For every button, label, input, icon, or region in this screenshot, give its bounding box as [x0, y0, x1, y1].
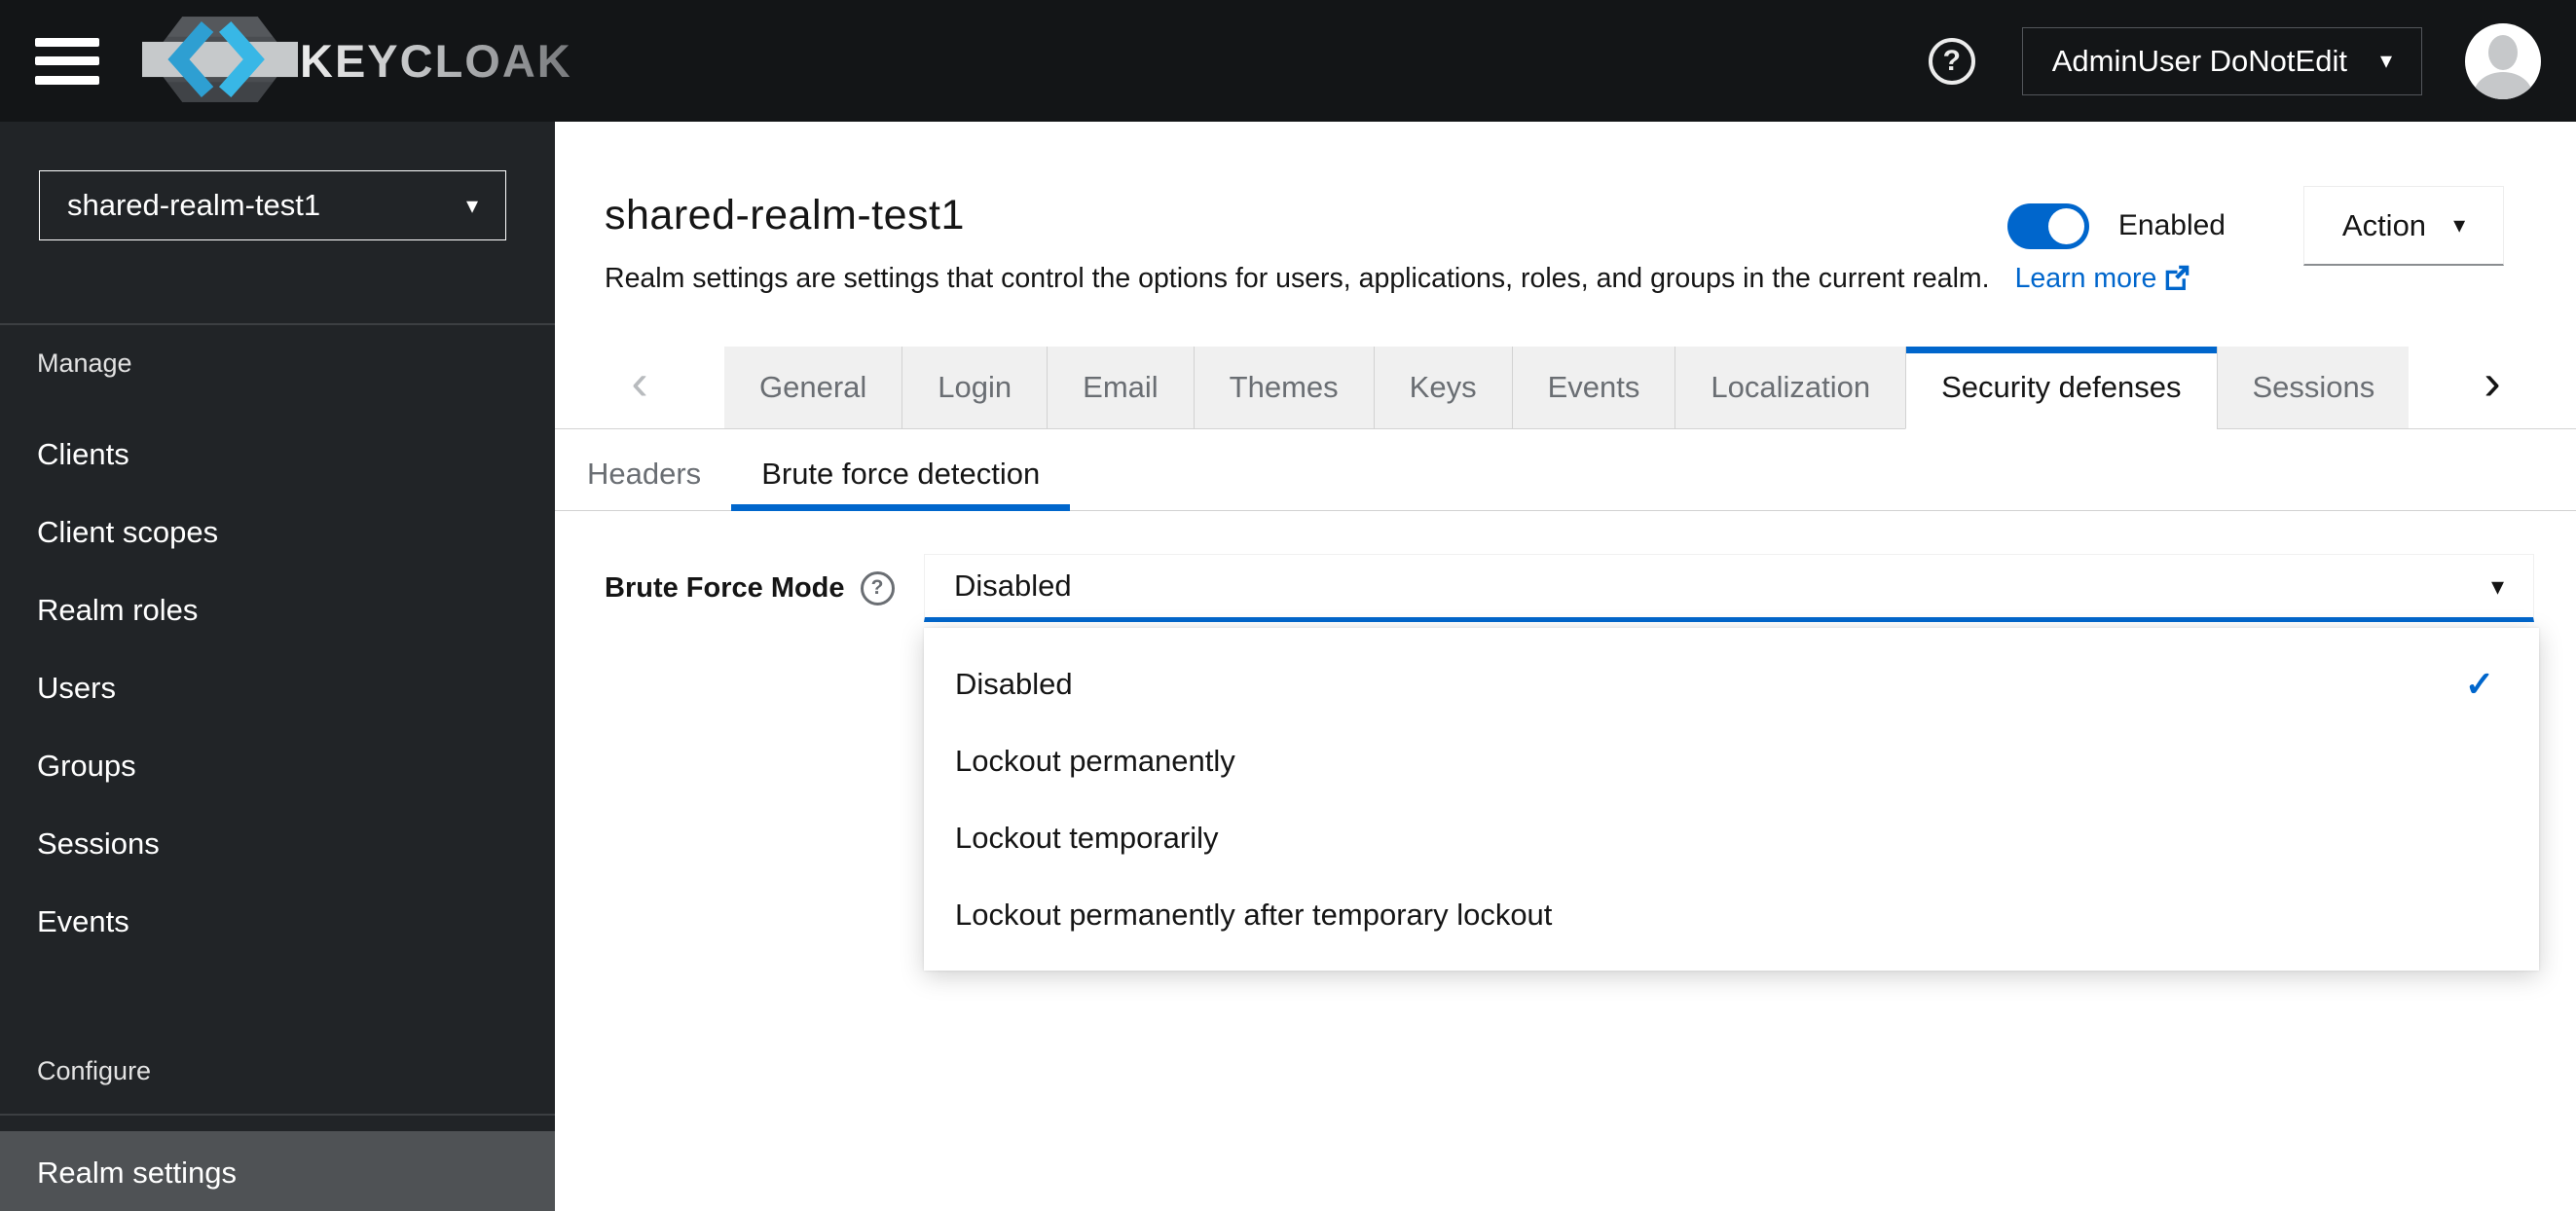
- sidebar-item[interactable]: Users: [0, 649, 555, 727]
- select-option[interactable]: Lockout permanently after temporary lock…: [924, 876, 2539, 953]
- sidebar-item-label: Clients: [37, 437, 129, 471]
- angle-right-icon: ›: [2484, 354, 2501, 411]
- check-icon: ✓: [2464, 663, 2494, 704]
- keycloak-logo[interactable]: KEYCLOAK: [142, 9, 572, 113]
- sidebar-divider: [0, 323, 555, 325]
- tab-label: Themes: [1229, 370, 1339, 404]
- tab-label: Localization: [1711, 370, 1871, 404]
- tabs-row: ‹ General Login Email Themes Keys Events…: [555, 347, 2576, 429]
- tab-label: Sessions: [2252, 370, 2375, 404]
- sidebar-section-title: Configure: [37, 1056, 152, 1085]
- sidebar-section-title: Manage: [37, 349, 132, 378]
- tab[interactable]: General: [724, 347, 902, 429]
- tab[interactable]: Login: [902, 347, 1048, 429]
- sidebar-item-label: Client scopes: [37, 515, 219, 549]
- tab-label: Email: [1083, 370, 1159, 404]
- brand-text: KEYCLOAK: [300, 35, 572, 87]
- tab[interactable]: Localization: [1674, 347, 1906, 429]
- option-label: Disabled: [955, 666, 1073, 701]
- masthead: KEYCLOAK ? AdminUser DoNotEdit ▾: [0, 0, 2576, 122]
- caret-down-icon: ▾: [2490, 570, 2504, 601]
- brute-force-mode-label: Brute Force Mode ?: [605, 554, 924, 622]
- sidebar-item[interactable]: Realm roles: [0, 571, 555, 649]
- learn-more-link[interactable]: Learn more: [2015, 263, 2191, 294]
- angle-left-icon: ‹: [631, 354, 648, 411]
- tab[interactable]: Email: [1047, 347, 1194, 429]
- subtab[interactable]: Brute force detection: [731, 437, 1071, 511]
- page-description: Realm settings are settings that control…: [605, 263, 2534, 298]
- realm-selector-label: shared-realm-test1: [67, 188, 321, 222]
- subtab-list: Headers Brute force detection: [555, 437, 2576, 511]
- sidebar-item-label: Groups: [37, 749, 136, 783]
- sidebar-item[interactable]: Groups: [0, 727, 555, 805]
- subtab-label: Headers: [587, 456, 702, 491]
- caret-down-icon: ▾: [465, 192, 478, 219]
- brute-force-mode-select-wrapper: Disabled ▾ Disabled ✓ Lockout permanentl…: [924, 554, 2539, 971]
- sidebar-section-manage: Manage Clients Client scopes Realm roles…: [0, 349, 555, 961]
- user-menu-label: AdminUser DoNotEdit: [2051, 43, 2347, 78]
- main-content: shared-realm-test1 Realm settings are se…: [555, 122, 2576, 1211]
- subtab-label: Brute force detection: [761, 456, 1041, 491]
- sidebar-item-label: Events: [37, 904, 129, 938]
- action-menu-button[interactable]: Action ▾: [2303, 186, 2504, 266]
- external-link-icon: [2164, 264, 2190, 298]
- sidebar-item-label: Realm settings: [37, 1156, 238, 1190]
- sidebar-item[interactable]: Realm settings: [0, 1131, 555, 1211]
- keycloak-admin-console: KEYCLOAK ? AdminUser DoNotEdit ▾ shared-…: [0, 0, 2576, 1211]
- caret-down-icon: ▾: [2453, 212, 2466, 239]
- enabled-toggle-label: Enabled: [2117, 209, 2226, 241]
- tab-label: Login: [938, 370, 1012, 404]
- select-option[interactable]: Lockout permanently ✓: [924, 722, 2539, 799]
- help-icon[interactable]: ?: [1928, 37, 1975, 85]
- option-label: Lockout permanently: [955, 743, 1235, 778]
- menu-icon[interactable]: [35, 37, 99, 85]
- sidebar-section-configure: Configure Realm settings: [0, 1056, 555, 1211]
- sidebar-divider: [0, 1114, 555, 1116]
- tab-label: Keys: [1409, 370, 1477, 404]
- select-value: Disabled: [954, 569, 1072, 603]
- sidebar-item-label: Users: [37, 671, 116, 705]
- realm-selector[interactable]: shared-realm-test1 ▾: [39, 170, 506, 240]
- page-header: shared-realm-test1 Realm settings are se…: [555, 122, 2576, 298]
- tabs-scroll-right-button[interactable]: ›: [2409, 347, 2576, 429]
- form-area: Brute Force Mode ? Disabled ▾ Disabled ✓…: [555, 511, 2576, 971]
- tab[interactable]: Keys: [1373, 347, 1512, 429]
- enabled-toggle[interactable]: [2006, 202, 2089, 249]
- sidebar-item[interactable]: Events: [0, 883, 555, 961]
- tab[interactable]: Events: [1511, 347, 1675, 429]
- avatar[interactable]: [2465, 22, 2541, 99]
- tab-list: General Login Email Themes Keys Events L…: [724, 347, 2409, 429]
- sidebar-item[interactable]: Client scopes: [0, 494, 555, 571]
- sidebar-item-label: Realm roles: [37, 593, 199, 627]
- keycloak-logo-icon: [142, 9, 298, 113]
- tab[interactable]: Themes: [1193, 347, 1374, 429]
- select-option[interactable]: Disabled ✓: [924, 645, 2539, 722]
- tab-label: General: [759, 370, 867, 404]
- sidebar-nav-list: Clients Client scopes Realm roles Users …: [0, 416, 555, 961]
- tab-label: Security defenses: [1941, 370, 2182, 404]
- option-label: Lockout permanently after temporary lock…: [955, 897, 1553, 932]
- header-controls: Enabled Action ▾: [2006, 186, 2504, 266]
- option-label: Lockout temporarily: [955, 820, 1219, 855]
- sidebar-item-label: Sessions: [37, 826, 160, 861]
- subtab[interactable]: Headers: [557, 437, 731, 510]
- tab[interactable]: Security defenses: [1905, 347, 2217, 429]
- tab[interactable]: Sessions: [2216, 347, 2409, 429]
- brute-force-mode-row: Brute Force Mode ? Disabled ▾ Disabled ✓…: [605, 554, 2539, 971]
- sidebar-item[interactable]: Clients: [0, 416, 555, 494]
- brute-force-mode-menu: Disabled ✓ Lockout permanently ✓ Lockout…: [924, 628, 2539, 971]
- masthead-toolbar: ? AdminUser DoNotEdit ▾: [1928, 22, 2541, 99]
- tab-label: Events: [1547, 370, 1640, 404]
- user-menu-button[interactable]: AdminUser DoNotEdit ▾: [2021, 26, 2422, 95]
- help-icon[interactable]: ?: [860, 570, 895, 606]
- caret-down-icon: ▾: [2379, 48, 2392, 74]
- sidebar: shared-realm-test1 ▾ Manage Clients Clie…: [0, 122, 555, 1211]
- select-option[interactable]: Lockout temporarily ✓: [924, 799, 2539, 876]
- sidebar-item[interactable]: Sessions: [0, 805, 555, 883]
- brute-force-mode-select[interactable]: Disabled ▾: [924, 554, 2534, 622]
- tabs-scroll-left-button[interactable]: ‹: [555, 347, 724, 429]
- page-description-text: Realm settings are settings that control…: [605, 263, 1990, 294]
- sidebar-nav-list: Realm settings: [0, 1131, 555, 1211]
